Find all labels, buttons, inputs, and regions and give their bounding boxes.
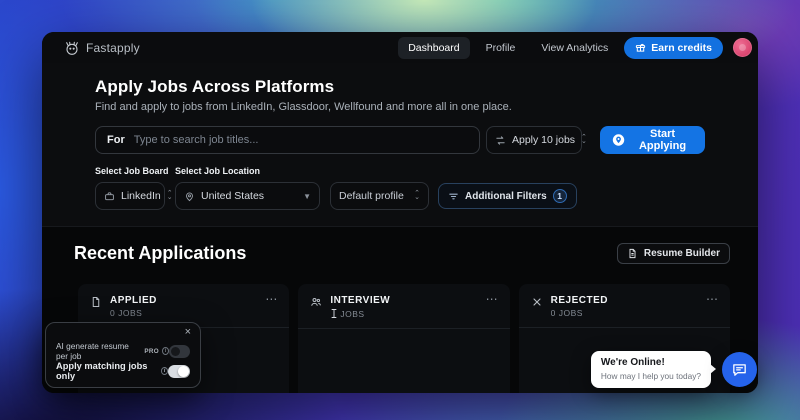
search-prefix: For [107, 134, 125, 146]
info-icon: i [161, 367, 168, 375]
filter-icon [448, 191, 459, 202]
close-icon[interactable]: × [185, 326, 191, 338]
location-pin-icon [184, 191, 195, 202]
section-title: Recent Applications [74, 243, 246, 264]
setting-row-ai-resume: AI generate resume per job PRO i [46, 341, 200, 361]
filter-labels: Select Job Board Select Job Location [95, 166, 705, 176]
nav-links: Dashboard Profile View Analytics Earn cr… [398, 37, 752, 59]
settings-popup: × AI generate resume per job PRO i Apply… [45, 322, 201, 388]
ai-resume-toggle[interactable] [169, 345, 190, 358]
resume-builder-button[interactable]: Resume Builder [617, 243, 730, 264]
user-avatar[interactable] [733, 38, 752, 57]
apply-count-select[interactable]: Apply 10 jobs ⌃⌄ [486, 126, 582, 154]
hero-section: Apply Jobs Across Platforms Find and app… [42, 63, 758, 227]
pro-tag: PRO [144, 348, 159, 355]
job-title-search-input[interactable] [134, 134, 468, 146]
setting-label: Apply matching jobs only [56, 361, 158, 381]
users-icon [310, 296, 322, 308]
chevron-updown-icon: ⌃⌄ [581, 136, 587, 144]
setting-label: AI generate resume per job [56, 341, 141, 361]
column-header: REJECTED 0 JOBS ⋯ [519, 284, 730, 328]
brand-name: Fastapply [86, 41, 140, 55]
setting-row-matching-jobs: Apply matching jobs only i [46, 361, 200, 381]
job-board-label: Select Job Board [95, 166, 175, 176]
filters-row: LinkedIn ⌃⌄ United States ▼ Default prof… [95, 182, 705, 210]
chat-tooltip: We're Online! How may I help you today? [591, 351, 711, 388]
job-search-box[interactable]: For [95, 126, 480, 154]
nav-dashboard[interactable]: Dashboard [398, 37, 469, 59]
chat-message: How may I help you today? [601, 371, 701, 381]
document-icon [627, 248, 638, 259]
page-title: Apply Jobs Across Platforms [95, 77, 705, 97]
brand[interactable]: Fastapply [64, 40, 140, 56]
file-icon [90, 296, 102, 308]
text-cursor-icon [330, 308, 338, 319]
briefcase-icon [104, 191, 115, 202]
search-row: For Apply 10 jobs ⌃⌄ Start Applying [95, 126, 705, 154]
chat-launcher-button[interactable] [722, 352, 757, 387]
repeat-icon [495, 135, 506, 146]
column-menu-button[interactable]: ⋯ [486, 295, 498, 303]
section-header: Recent Applications Resume Builder [74, 243, 730, 264]
nav-profile[interactable]: Profile [476, 37, 526, 59]
column-menu-button[interactable]: ⋯ [265, 295, 277, 303]
info-icon: i [162, 347, 169, 355]
earn-credits-button[interactable]: Earn credits [624, 37, 723, 59]
chevron-updown-icon: ⌃⌄ [167, 192, 173, 200]
owl-logo-icon [64, 40, 80, 56]
profile-select[interactable]: Default profile ⌃⌄ [330, 182, 429, 210]
job-count: 0 JOBS [551, 308, 608, 318]
chevron-down-icon: ▼ [303, 192, 311, 201]
job-count: 0 JOBS [110, 308, 157, 318]
nav-view-analytics[interactable]: View Analytics [531, 37, 618, 59]
filters-count-badge: 1 [553, 189, 567, 203]
job-location-select[interactable]: United States ▼ [175, 182, 320, 210]
column-header: INTERVIEW JOBS ⋯ [298, 284, 509, 329]
column-interview: INTERVIEW JOBS ⋯ [298, 284, 509, 393]
job-location-label: Select Job Location [175, 166, 260, 176]
top-navbar: Fastapply Dashboard Profile View Analyti… [42, 32, 758, 63]
location-pin-badge-icon [612, 132, 625, 148]
chevron-updown-icon: ⌃⌄ [414, 192, 420, 200]
matching-jobs-toggle[interactable] [168, 365, 190, 378]
additional-filters-button[interactable]: Additional Filters 1 [438, 183, 577, 209]
job-board-select[interactable]: LinkedIn ⌃⌄ [95, 182, 165, 210]
gift-icon [635, 42, 646, 53]
start-applying-button[interactable]: Start Applying [600, 126, 705, 154]
column-menu-button[interactable]: ⋯ [706, 295, 718, 303]
page-subtitle: Find and apply to jobs from LinkedIn, Gl… [95, 101, 705, 113]
job-count: JOBS [330, 308, 390, 319]
chat-icon [731, 361, 748, 378]
chat-status: We're Online! [601, 357, 701, 368]
x-icon [531, 296, 543, 308]
